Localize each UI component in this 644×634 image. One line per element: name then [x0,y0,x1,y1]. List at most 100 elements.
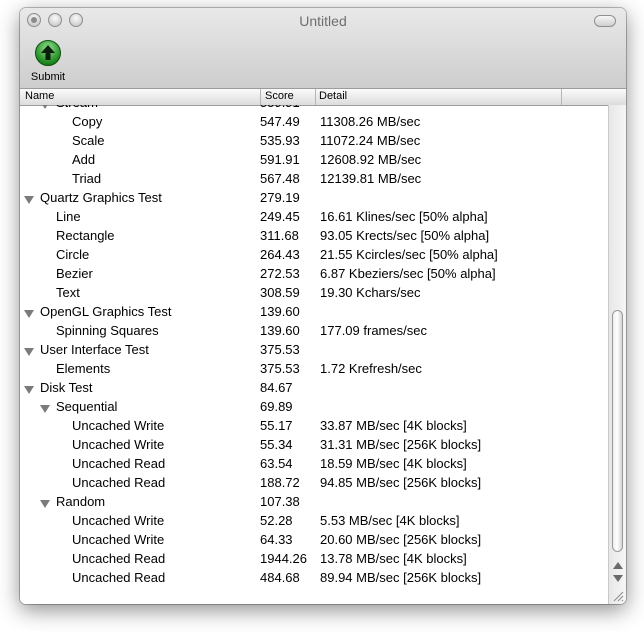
row-name: Bezier [56,266,93,281]
row-name: Spinning Squares [56,323,159,338]
row-name: Copy [72,114,103,129]
row-score: 55.34 [260,437,293,452]
row-detail: 12608.92 MB/sec [320,152,422,167]
submit-button[interactable]: Submit [28,40,68,90]
toolbar-toggle-button[interactable] [594,15,616,27]
table-row[interactable]: Uncached Read 63.54 18.59 MB/sec [4K block… [20,456,608,475]
row-score: 1944.26 [260,551,307,566]
table-row[interactable]: Scale 535.93 11072.24 MB/sec [20,133,608,152]
row-score: 272.53 [260,266,300,281]
table-header: Name Score Detail [20,88,626,106]
row-detail: 11308.26 MB/sec [320,114,421,129]
table-row[interactable]: Triad 567.48 12139.81 MB/sec [20,171,608,190]
row-score: 249.45 [260,209,300,224]
row-name: Uncached Write [72,418,165,433]
disclosure-triangle-icon[interactable] [24,386,34,394]
scrollbar-thumb[interactable] [612,310,623,552]
disclosure-triangle-icon[interactable] [40,105,50,109]
row-name: Uncached Read [72,475,166,490]
table-row[interactable]: Uncached Read 1944.26 13.78 MB/sec [4K blo… [20,551,608,570]
disclosure-triangle-icon[interactable] [24,310,34,318]
row-detail: 16.61 Klines/sec [50% alpha] [320,209,488,224]
row-score: 55.17 [260,418,293,433]
disclosure-triangle-icon[interactable] [24,196,34,204]
column-header-detail[interactable]: Detail [319,90,347,102]
row-name: OpenGL Graphics Test [40,304,172,319]
row-score: 264.43 [260,247,300,262]
table-row[interactable]: Line 249.45 16.61 Klines/sec [50% alpha] [20,209,608,228]
table-row[interactable]: Copy 547.49 11308.26 MB/sec [20,114,608,133]
row-detail: 19.30 Kchars/sec [320,285,421,300]
row-detail: 21.55 Kcircles/sec [50% alpha] [320,247,498,262]
row-name: Add [72,152,96,167]
row-score: 308.59 [260,285,300,300]
row-name: Random [56,494,106,509]
disclosure-triangle-icon[interactable] [40,405,50,413]
row-detail: 18.59 MB/sec [4K blocks] [320,456,467,471]
table-row[interactable]: Uncached Write 55.34 31.31 MB/sec [256K bl… [20,437,608,456]
table-row[interactable]: User Interface Test 375.53 [20,342,608,361]
row-detail: 94.85 MB/sec [256K blocks] [320,475,482,490]
vertical-scrollbar[interactable] [608,105,626,604]
table-row[interactable]: Uncached Write 55.17 33.87 MB/sec [4K bloc… [20,418,608,437]
results-table: Name Score Detail Stream 559.91 Copy 547.49… [20,88,626,604]
row-score: 559.91 [260,105,300,110]
table-row[interactable]: Text 308.59 19.30 Kchars/sec [20,285,608,304]
table-row[interactable]: Bezier 272.53 6.87 Kbeziers/sec [50% alpha… [20,266,608,285]
table-row[interactable]: Disk Test 84.67 [20,380,608,399]
row-name: Elements [56,361,111,376]
row-detail: 6.87 Kbeziers/sec [50% alpha] [320,266,496,281]
row-score: 188.72 [260,475,300,490]
column-divider[interactable] [561,89,562,105]
row-detail: 177.09 frames/sec [320,323,427,338]
row-detail: 13.78 MB/sec [4K blocks] [320,551,467,566]
row-name: Uncached Write [72,513,165,528]
column-divider[interactable] [260,89,261,105]
row-name: Circle [56,247,90,262]
row-detail: 20.60 MB/sec [256K blocks] [320,532,482,547]
row-score: 84.67 [260,380,293,395]
row-detail: 1.72 Krefresh/sec [320,361,422,376]
row-detail: 33.87 MB/sec [4K blocks] [320,418,467,433]
row-name: Scale [72,133,105,148]
row-name: User Interface Test [40,342,149,357]
row-name: Uncached Read [72,456,166,471]
table-row[interactable]: Uncached Write 64.33 20.60 MB/sec [256K bl… [20,532,608,551]
scroll-up-icon[interactable] [613,562,623,569]
table-row[interactable]: Stream 559.91 [20,105,608,114]
table-row[interactable]: Rectangle 311.68 93.05 Krects/sec [50% alp… [20,228,608,247]
row-score: 567.48 [260,171,300,186]
row-detail: 12139.81 MB/sec [320,171,422,186]
row-score: 64.33 [260,532,293,547]
table-row[interactable]: Random 107.38 [20,494,608,513]
table-row[interactable]: Elements 375.53 1.72 Krefresh/sec [20,361,608,380]
row-name: Uncached Read [72,570,166,585]
column-header-name[interactable]: Name [25,90,54,102]
row-name: Rectangle [56,228,115,243]
table-row[interactable]: Uncached Read 188.72 94.85 MB/sec [256K bl… [20,475,608,494]
table-row[interactable]: Uncached Write 52.28 5.53 MB/sec [4K block… [20,513,608,532]
disclosure-triangle-icon[interactable] [24,348,34,356]
row-score: 375.53 [260,361,300,376]
table-row[interactable]: Add 591.91 12608.92 MB/sec [20,152,608,171]
row-score: 107.38 [260,494,300,509]
table-row[interactable]: Spinning Squares 139.60 177.09 frames/sec [20,323,608,342]
resize-grip-icon[interactable] [612,590,624,602]
row-score: 535.93 [260,133,300,148]
row-score: 139.60 [260,323,300,338]
row-name: Line [56,209,81,224]
table-row[interactable]: Uncached Read 484.68 89.94 MB/sec [256K bl… [20,570,608,589]
table-row[interactable]: OpenGL Graphics Test 139.60 [20,304,608,323]
table-row[interactable]: Circle 264.43 21.55 Kcircles/sec [50% alph… [20,247,608,266]
row-score: 547.49 [260,114,300,129]
scroll-down-icon[interactable] [613,575,623,582]
column-header-score[interactable]: Score [265,90,294,102]
row-detail: 89.94 MB/sec [256K blocks] [320,570,482,585]
window-title: Untitled [299,13,347,29]
table-row[interactable]: Sequential 69.89 [20,399,608,418]
row-score: 591.91 [260,152,300,167]
column-divider[interactable] [315,89,316,105]
row-score: 52.28 [260,513,293,528]
table-row[interactable]: Quartz Graphics Test 279.19 [20,190,608,209]
disclosure-triangle-icon[interactable] [40,500,50,508]
